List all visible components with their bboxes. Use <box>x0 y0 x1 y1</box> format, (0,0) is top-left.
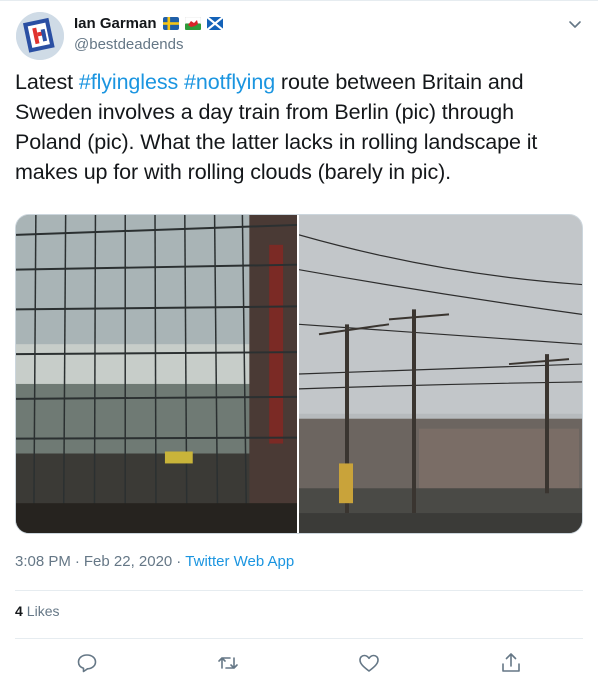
meta-separator: · <box>74 553 80 570</box>
divider <box>15 590 583 591</box>
photo-poland-railway[interactable] <box>299 215 582 533</box>
like-icon[interactable] <box>357 651 381 675</box>
tweet-media <box>15 214 583 534</box>
divider <box>15 638 583 639</box>
hashtag-flyingless[interactable]: #flyingless <box>79 70 178 94</box>
tweet-source[interactable]: Twitter Web App <box>185 553 294 570</box>
tweet-actions <box>0 651 598 679</box>
display-name[interactable]: Ian Garman <box>74 15 157 32</box>
reply-icon[interactable] <box>75 651 99 675</box>
retweet-icon[interactable] <box>216 651 240 675</box>
sweden-flag-icon <box>162 16 179 30</box>
user-handle[interactable]: @bestdeadends <box>74 36 223 53</box>
avatar[interactable] <box>16 12 64 60</box>
tweet-text-segment: Latest <box>15 70 79 94</box>
likes-stat[interactable]: 4 Likes <box>15 603 59 619</box>
tweet-meta: 3:08 PM · Feb 22, 2020 · Twitter Web App <box>15 553 294 570</box>
chevron-down-icon[interactable] <box>566 15 584 33</box>
avatar-image <box>16 12 64 60</box>
hashtag-notflying[interactable]: #notflying <box>184 70 275 94</box>
tweet: Ian Garman @bestdeadends Latest #flyingl… <box>0 0 598 687</box>
likes-label: Likes <box>26 603 60 619</box>
tweet-text: Latest #flyingless #notflying route betw… <box>15 67 585 187</box>
tweet-time[interactable]: 3:08 PM <box>15 553 71 570</box>
user-info[interactable]: Ian Garman @bestdeadends <box>74 13 223 53</box>
wales-flag-icon <box>184 16 201 30</box>
meta-separator: · <box>176 553 182 570</box>
photo-berlin-station[interactable] <box>16 215 299 533</box>
scotland-flag-icon <box>206 16 223 30</box>
tweet-date[interactable]: Feb 22, 2020 <box>84 553 172 570</box>
name-row: Ian Garman <box>74 13 223 33</box>
likes-count: 4 <box>15 603 23 619</box>
share-icon[interactable] <box>499 651 523 675</box>
